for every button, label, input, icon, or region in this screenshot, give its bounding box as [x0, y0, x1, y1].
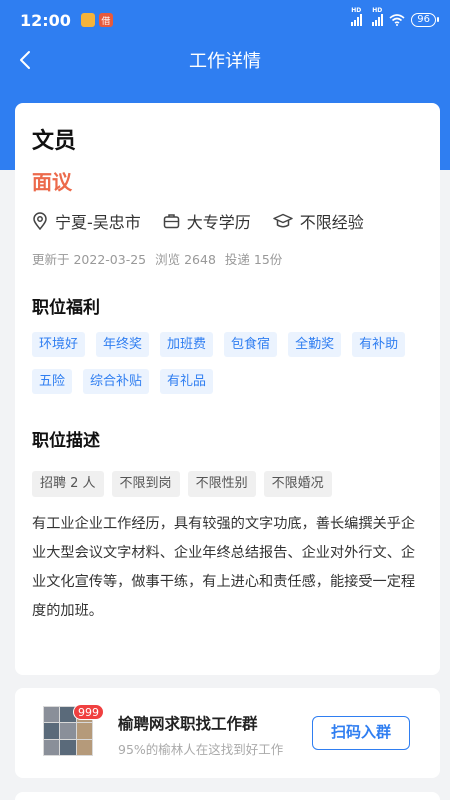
requirement-tag: 不限性别 [187, 471, 256, 497]
unread-badge: 999 [73, 704, 104, 720]
job-title: 文员 [32, 129, 77, 154]
group-subtitle: 95%的榆林人在这找到好工作 [118, 742, 284, 757]
experience-text: 不限经验 [299, 213, 364, 232]
wifi-icon [389, 14, 405, 26]
requirement-tag: 不限婚况 [263, 471, 332, 497]
status-time: 12:00 [20, 10, 71, 30]
briefcase-icon [163, 214, 180, 229]
navigation-bar: 工作详情 [0, 40, 450, 80]
education: 大专学历 [163, 209, 251, 233]
location-text: 宁夏-吴忠市 [55, 213, 141, 232]
requirement-tag: 不限到岗 [111, 471, 180, 497]
group-title: 榆聘网求职找工作群 [118, 715, 258, 733]
job-group-banner[interactable]: 999 榆聘网求职找工作群 95%的榆林人在这找到好工作 扫码入群 [15, 688, 440, 778]
benefit-tag: 有补助 [352, 332, 406, 357]
application-count: 投递 15份 [224, 252, 283, 267]
job-detail-card: 文员 面议 宁夏-吴忠市 大专学历 不限经验 更新于 2022-03-25 浏览… [15, 103, 440, 675]
benefit-tag: 综合补贴 [83, 369, 150, 394]
update-date: 更新于 2022-03-25 [32, 252, 147, 267]
benefit-tag: 年终奖 [96, 332, 150, 357]
benefit-tag: 环境好 [32, 332, 86, 357]
app-notification-icon: 借 [98, 13, 113, 27]
benefit-tag: 有礼品 [160, 369, 214, 394]
education-text: 大专学历 [186, 213, 251, 232]
status-bar: 12:00 借 HD HD 96 [0, 0, 450, 40]
back-icon[interactable] [14, 48, 38, 72]
battery-icon: 96 [411, 13, 439, 27]
location: 宁夏-吴忠市 [32, 209, 141, 233]
message-notification-icon [80, 13, 95, 27]
benefit-tag: 五险 [32, 369, 73, 394]
signal-icon: HD [351, 7, 363, 26]
job-description: 有工业企业工作经历，具有较强的文字功底，善长编撰关乎企业大型会议文字材料、企业年… [32, 516, 416, 619]
job-stats: 更新于 2022-03-25 浏览 2648 投递 15份 [32, 249, 287, 268]
requirements-list: 招聘 2 人 不限到岗 不限性别 不限婚况 [32, 471, 332, 497]
description-heading: 职位描述 [32, 431, 100, 451]
benefit-tag: 全勤奖 [288, 332, 342, 357]
experience: 不限经验 [273, 209, 364, 233]
scan-join-button[interactable]: 扫码入群 [312, 716, 410, 750]
benefits-list: 环境好 年终奖 加班费 包食宿 全勤奖 有补助 五险 综合补贴 有礼品 [32, 332, 432, 394]
requirement-tag: 招聘 2 人 [32, 471, 104, 497]
view-count: 浏览 2648 [155, 252, 216, 267]
page-title: 工作详情 [189, 51, 261, 72]
graduation-cap-icon [273, 213, 293, 228]
job-meta: 宁夏-吴忠市 大专学历 不限经验 [32, 209, 386, 233]
benefit-tag: 包食宿 [224, 332, 278, 357]
benefits-heading: 职位福利 [32, 298, 100, 318]
salary: 面议 [32, 170, 72, 194]
next-card [15, 792, 440, 800]
benefit-tag: 加班费 [160, 332, 214, 357]
signal-icon-2: HD [372, 7, 384, 26]
location-pin-icon [33, 212, 47, 230]
